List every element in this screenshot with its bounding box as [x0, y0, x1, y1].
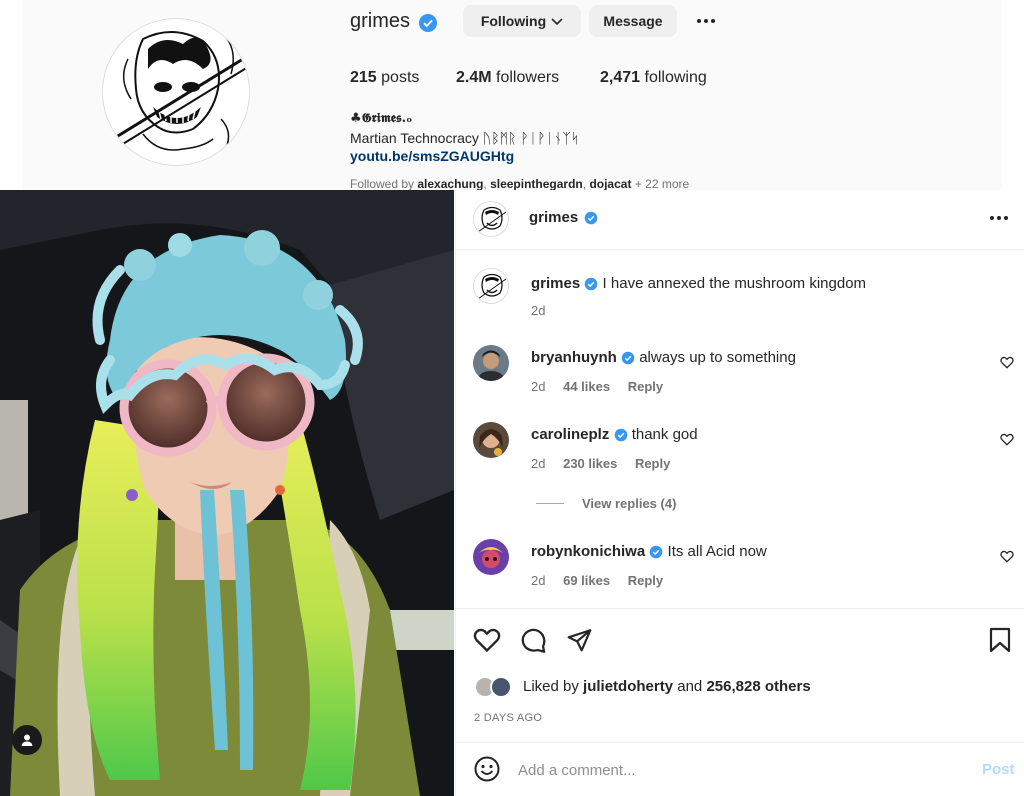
comment-text: bryanhuynh always up to something — [531, 349, 796, 366]
followed-by-name[interactable]: alexachung — [417, 177, 483, 191]
posts-label: posts — [381, 69, 420, 86]
comment-time: 2d — [531, 379, 546, 394]
commenter-avatar[interactable] — [473, 422, 509, 458]
avatar-illustration — [103, 19, 249, 165]
verified-badge-icon — [650, 545, 663, 559]
verified-badge-icon — [584, 211, 598, 230]
verified-badge-icon — [614, 428, 627, 442]
comment-likes[interactable]: 69 likes — [563, 573, 610, 588]
comment-body: always up to something — [639, 349, 796, 366]
profile-avatar[interactable] — [102, 18, 250, 166]
likers-avatars[interactable] — [474, 676, 520, 698]
comment-username[interactable]: bryanhuynh — [531, 349, 617, 366]
commenter-avatar[interactable] — [473, 345, 509, 381]
followed-by[interactable]: Followed by alexachung, sleepinthegardn,… — [350, 177, 689, 191]
reply-button[interactable]: Reply — [635, 456, 670, 471]
bio-link[interactable]: youtu.be/smsZGAUGHtg — [350, 148, 514, 164]
header-avatar[interactable] — [473, 201, 509, 237]
message-button-label: Message — [603, 13, 663, 29]
comment-text: robynkonichiwa Its all Acid now — [531, 543, 767, 560]
comment-meta: 2d 230 likes Reply — [531, 456, 670, 471]
caption-username[interactable]: grimes — [531, 275, 580, 292]
replies-divider — [536, 503, 564, 504]
comment-bar: Post — [456, 742, 1024, 796]
caption-time: 2d — [531, 303, 546, 318]
comment-likes[interactable]: 44 likes — [563, 379, 610, 394]
verified-badge-icon — [585, 277, 598, 291]
following-count: 2,471 — [600, 69, 641, 86]
liked-by[interactable]: Liked by julietdoherty and 256,828 other… — [523, 678, 811, 695]
caption-body: I have annexed the mushroom kingdom — [602, 275, 867, 292]
comment-username[interactable]: carolineplz — [531, 426, 609, 443]
following-button[interactable]: Following — [463, 5, 581, 37]
commenter-avatar[interactable] — [473, 539, 509, 575]
reply-button[interactable]: Reply — [628, 379, 663, 394]
comment-time: 2d — [531, 573, 546, 588]
liker-avatar — [490, 676, 512, 698]
followers-count: 2.4M — [456, 69, 492, 86]
followed-by-name[interactable]: dojacat — [589, 177, 631, 191]
followed-by-more: + 22 more — [634, 177, 690, 191]
bio-line: Martian Technocracy ᚢᛒᛗᚱ ᚹᛁᚹᛁᚾᛉᛋ — [350, 130, 580, 146]
heart-icon[interactable] — [1000, 550, 1014, 568]
liked-by-others[interactable]: 256,828 others — [706, 678, 810, 695]
liked-by-user[interactable]: julietdoherty — [583, 678, 673, 695]
profile-username: grimes — [350, 10, 411, 32]
comment-time: 2d — [531, 456, 546, 471]
verified-badge-icon — [621, 351, 635, 365]
emoji-icon[interactable] — [474, 756, 500, 787]
comment-likes[interactable]: 230 likes — [563, 456, 617, 471]
posts-stat: 215 posts — [350, 69, 419, 87]
comment-meta: 2d 44 likes Reply — [531, 379, 663, 394]
profile-more-icon[interactable] — [697, 19, 715, 23]
following-button-label: Following — [480, 13, 547, 29]
heart-icon[interactable] — [473, 627, 501, 658]
post-panel: grimes grimes I have annexed the mushroo… — [455, 190, 1024, 796]
comment-icon[interactable] — [520, 627, 547, 659]
post-comment-button[interactable]: Post — [982, 761, 1015, 778]
comment-text: carolineplz thank god — [531, 426, 698, 443]
message-button[interactable]: Message — [589, 5, 677, 37]
header-username[interactable]: grimes — [529, 209, 578, 226]
verified-badge-icon — [418, 13, 438, 38]
caption-avatar[interactable] — [473, 268, 509, 304]
posts-count: 215 — [350, 69, 377, 86]
caption-meta: 2d — [531, 303, 545, 318]
post-more-icon[interactable] — [990, 216, 1008, 220]
liked-by-prefix: Liked by — [523, 678, 579, 695]
comment-body: thank god — [631, 426, 698, 443]
following-stat-label: following — [644, 69, 707, 86]
caption-text: grimes I have annexed the mushroom kingd… — [531, 275, 866, 292]
heart-icon[interactable] — [1000, 356, 1014, 374]
comment-input[interactable] — [518, 757, 938, 783]
comment-meta: 2d 69 likes Reply — [531, 573, 663, 588]
bookmark-icon[interactable] — [988, 627, 1012, 658]
reply-button[interactable]: Reply — [628, 573, 663, 588]
followed-by-name[interactable]: sleepinthegardn — [490, 177, 583, 191]
profile-header: grimes Following Message 215 posts 2.4M … — [22, 0, 1002, 191]
chevron-down-icon — [551, 13, 563, 29]
bio-name: ♣𝕲𝖗𝖎𝖒𝖊𝖘.ₒ — [350, 111, 413, 126]
view-replies-button[interactable]: View replies (4) — [536, 496, 676, 511]
post-photo[interactable] — [0, 190, 454, 796]
heart-icon[interactable] — [1000, 433, 1014, 451]
share-icon[interactable] — [566, 627, 593, 658]
followers-label: followers — [496, 69, 560, 86]
followers-stat[interactable]: 2.4M followers — [456, 69, 559, 87]
following-stat[interactable]: 2,471 following — [600, 69, 707, 87]
view-replies-label: View replies (4) — [582, 496, 677, 511]
photo-illustration — [0, 190, 454, 796]
liked-by-and: and — [677, 678, 703, 695]
post-header: grimes — [456, 190, 1024, 250]
comment-username[interactable]: robynkonichiwa — [531, 543, 645, 560]
post-timestamp: 2 DAYS AGO — [474, 712, 543, 724]
comment-body: Its all Acid now — [667, 543, 767, 560]
user-tag-icon[interactable] — [12, 725, 42, 755]
followed-by-prefix: Followed by — [350, 177, 415, 191]
